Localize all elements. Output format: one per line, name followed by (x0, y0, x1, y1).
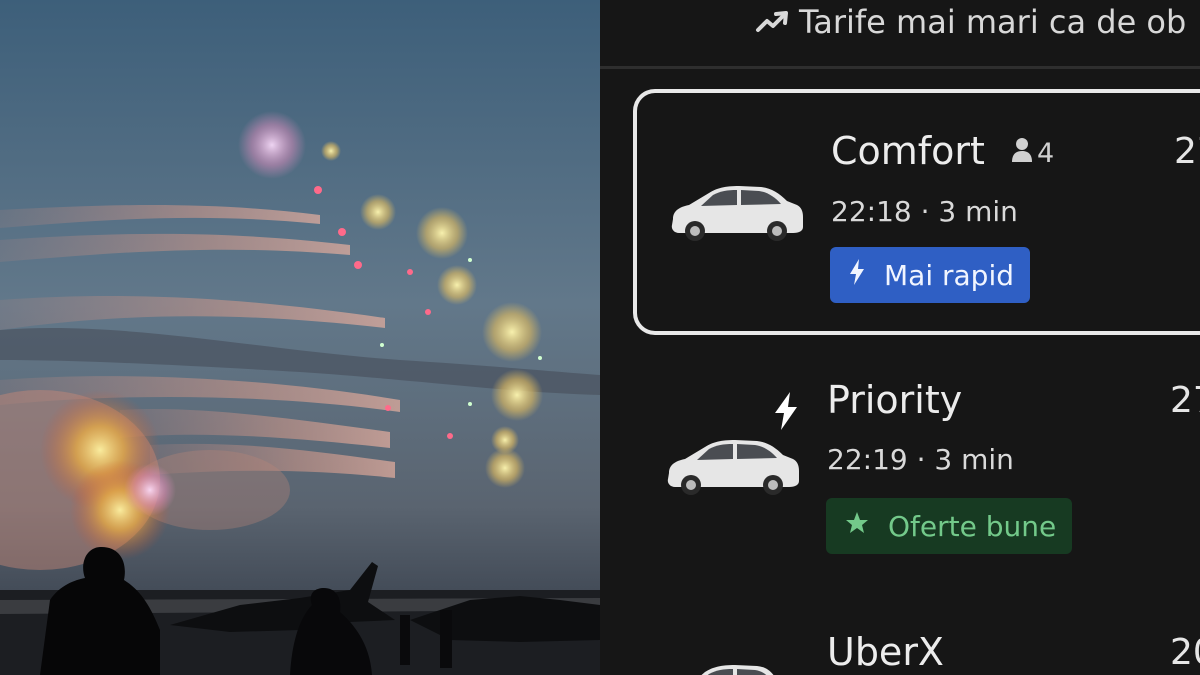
option-name: Comfort (831, 129, 985, 173)
option-eta: 22:18 · 3 min (831, 195, 1018, 228)
car-icon (661, 654, 801, 675)
badge-faster: Mai rapid (830, 247, 1030, 303)
option-name: Priority (827, 378, 963, 422)
capacity: 4 (1011, 137, 1054, 170)
car-icon (665, 175, 805, 251)
fireworks-photo (0, 0, 600, 675)
badge-label: Oferte bune (888, 509, 1057, 543)
ride-option-uberx[interactable]: UberX 20 (633, 610, 1200, 675)
ride-option-priority[interactable]: Priority 27 22:19 · 3 min Oferte bune (633, 345, 1200, 595)
surge-banner: Tarife mai mari ca de ob (600, 0, 1200, 69)
car-icon (661, 429, 801, 505)
star-icon (844, 510, 870, 543)
surge-text: Tarife mai mari ca de ob (799, 3, 1187, 41)
fireworks-scene (0, 0, 600, 675)
lightning-icon (848, 258, 866, 293)
trending-up-icon (755, 3, 789, 41)
option-price: 27 (1170, 380, 1200, 421)
option-price: 20 (1170, 632, 1200, 673)
person-icon (1011, 137, 1033, 170)
option-name: UberX (827, 630, 944, 674)
ride-option-comfort[interactable]: Comfort 4 27 22:18 · 3 min Mai rapid (633, 89, 1200, 335)
lightning-icon (771, 391, 801, 435)
badge-good-offers: Oferte bune (826, 498, 1073, 554)
option-eta: 22:19 · 3 min (827, 443, 1014, 476)
capacity-count: 4 (1037, 138, 1055, 169)
badge-label: Mai rapid (884, 258, 1014, 292)
ride-options-panel: Tarife mai mari ca de ob Comfort 4 27 22… (600, 0, 1200, 675)
surge-notice: Tarife mai mari ca de ob (755, 2, 1186, 42)
option-price: 27 (1174, 131, 1200, 172)
